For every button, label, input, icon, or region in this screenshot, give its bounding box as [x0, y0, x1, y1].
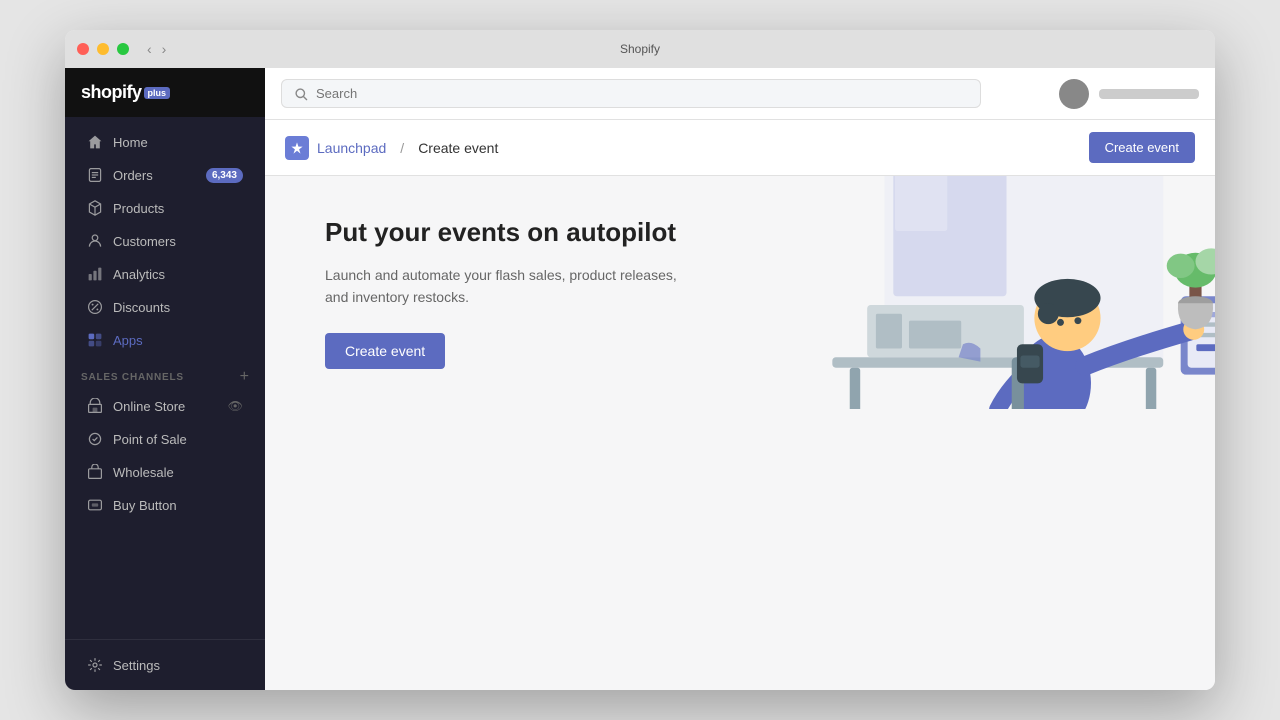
sidebar-item-point-of-sale[interactable]: Point of Sale — [71, 423, 259, 455]
sidebar-bottom: Settings — [65, 639, 265, 690]
buy-button-icon — [87, 497, 103, 513]
sales-channels-label: SALES CHANNELS — [81, 372, 184, 383]
sidebar: shopify plus Home — [65, 68, 265, 690]
search-icon — [294, 87, 308, 101]
store-icon — [87, 398, 103, 414]
content-area: Launchpad / Create event Create event Pu… — [265, 120, 1215, 690]
sidebar-item-analytics[interactable]: Analytics — [71, 258, 259, 290]
sidebar-label-customers: Customers — [113, 234, 176, 249]
hero-create-event-button[interactable]: Create event — [325, 333, 445, 369]
hero-text: Put your events on autopilot Launch and … — [325, 216, 685, 369]
sidebar-nav: Home Orders 6,343 — [65, 117, 265, 639]
home-icon — [87, 134, 103, 150]
breadcrumb-current: Create event — [418, 140, 498, 156]
traffic-light-green[interactable] — [117, 43, 129, 55]
sidebar-label-products: Products — [113, 201, 164, 216]
breadcrumb-separator: / — [400, 140, 404, 156]
back-button[interactable]: ‹ — [145, 41, 154, 57]
sidebar-item-orders[interactable]: Orders 6,343 — [71, 159, 259, 191]
traffic-light-red[interactable] — [77, 43, 89, 55]
sidebar-logo: shopify plus — [65, 68, 265, 117]
sidebar-item-wholesale[interactable]: Wholesale — [71, 456, 259, 488]
customers-icon — [87, 233, 103, 249]
sidebar-label-point-of-sale: Point of Sale — [113, 432, 187, 447]
online-store-eye-button[interactable]: 👁 — [228, 399, 243, 413]
main-content: Launchpad / Create event Create event Pu… — [265, 68, 1215, 690]
settings-icon — [87, 657, 103, 673]
launchpad-icon-svg — [290, 141, 304, 155]
action-bar: Launchpad / Create event Create event — [265, 120, 1215, 176]
sidebar-label-settings: Settings — [113, 658, 160, 673]
hero-section: Put your events on autopilot Launch and … — [265, 176, 1215, 409]
hero-illustration — [693, 176, 1216, 409]
logo-text: shopify — [81, 82, 142, 103]
sidebar-item-buy-button[interactable]: Buy Button — [71, 489, 259, 521]
logo-plus: plus — [144, 87, 171, 99]
sidebar-item-customers[interactable]: Customers — [71, 225, 259, 257]
account-name-bar — [1099, 89, 1199, 99]
forward-button[interactable]: › — [160, 41, 169, 57]
discounts-icon — [87, 299, 103, 315]
sidebar-item-online-store[interactable]: Online Store 👁 — [71, 390, 259, 422]
sidebar-item-products[interactable]: Products — [71, 192, 259, 224]
header-create-event-button[interactable]: Create event — [1089, 132, 1195, 163]
orders-badge: 6,343 — [206, 168, 243, 183]
sidebar-item-settings[interactable]: Settings — [71, 649, 259, 681]
sidebar-label-home: Home — [113, 135, 148, 150]
hero-subtitle: Launch and automate your flash sales, pr… — [325, 264, 685, 309]
wholesale-icon — [87, 464, 103, 480]
sidebar-label-wholesale: Wholesale — [113, 465, 174, 480]
sidebar-label-online-store: Online Store — [113, 399, 185, 414]
sidebar-label-buy-button: Buy Button — [113, 498, 177, 513]
avatar — [1059, 79, 1089, 109]
avatar-area — [1059, 79, 1199, 109]
search-input[interactable] — [316, 86, 968, 101]
products-icon — [87, 200, 103, 216]
sidebar-label-apps: Apps — [113, 333, 143, 348]
orders-icon — [87, 167, 103, 183]
apps-icon — [87, 332, 103, 348]
top-bar — [265, 68, 1215, 120]
window-nav: ‹ › — [145, 41, 168, 57]
add-sales-channel-button[interactable]: + — [240, 369, 249, 385]
sales-channels-section: SALES CHANNELS + — [65, 357, 265, 389]
traffic-light-yellow[interactable] — [97, 43, 109, 55]
sidebar-item-apps[interactable]: Apps — [71, 324, 259, 356]
title-bar: ‹ › Shopify — [65, 30, 1215, 68]
breadcrumb-parent[interactable]: Launchpad — [317, 140, 386, 156]
pos-icon — [87, 431, 103, 447]
window-body: shopify plus Home — [65, 68, 1215, 690]
window-title: Shopify — [620, 42, 660, 56]
mac-window: ‹ › Shopify shopify plus Home — [65, 30, 1215, 690]
sidebar-label-analytics: Analytics — [113, 267, 165, 282]
search-bar[interactable] — [281, 79, 981, 108]
sidebar-label-discounts: Discounts — [113, 300, 170, 315]
sidebar-label-orders: Orders — [113, 168, 153, 183]
illustration-svg — [693, 176, 1216, 409]
sidebar-item-home[interactable]: Home — [71, 126, 259, 158]
hero-title: Put your events on autopilot — [325, 216, 685, 250]
launchpad-icon — [285, 136, 309, 160]
sidebar-item-discounts[interactable]: Discounts — [71, 291, 259, 323]
analytics-icon — [87, 266, 103, 282]
